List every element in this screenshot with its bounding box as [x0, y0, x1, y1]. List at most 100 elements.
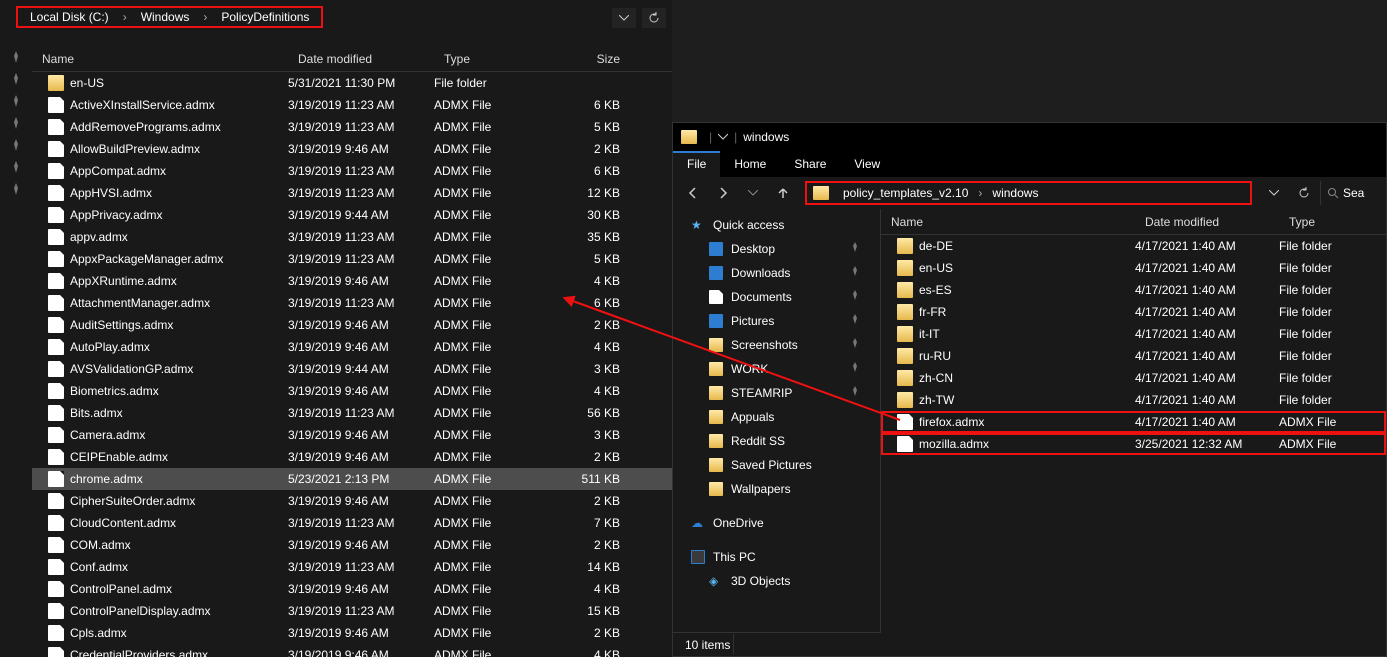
file-row[interactable]: it-IT4/17/2021 1:40 AMFile folder: [881, 323, 1386, 345]
tree-item[interactable]: STEAMRIP: [673, 381, 880, 405]
breadcrumb[interactable]: Local Disk (C:) › Windows › PolicyDefini…: [16, 6, 323, 28]
file-row[interactable]: CEIPEnable.admx3/19/2019 9:46 AMADMX Fil…: [32, 446, 672, 468]
file-row[interactable]: ControlPanel.admx3/19/2019 9:46 AMADMX F…: [32, 578, 672, 600]
history-dropdown-button[interactable]: [1260, 179, 1288, 207]
file-row[interactable]: AttachmentManager.admx3/19/2019 11:23 AM…: [32, 292, 672, 314]
file-row[interactable]: Camera.admx3/19/2019 9:46 AMADMX File3 K…: [32, 424, 672, 446]
tree-item[interactable]: Documents: [673, 285, 880, 309]
tree-item[interactable]: Reddit SS: [673, 429, 880, 453]
file-row[interactable]: ru-RU4/17/2021 1:40 AMFile folder: [881, 345, 1386, 367]
file-row[interactable]: AuditSettings.admx3/19/2019 9:46 AMADMX …: [32, 314, 672, 336]
file-row[interactable]: AppXRuntime.admx3/19/2019 9:46 AMADMX Fi…: [32, 270, 672, 292]
file-row[interactable]: AVSValidationGP.admx3/19/2019 9:44 AMADM…: [32, 358, 672, 380]
tree-quick-access[interactable]: ★ Quick access: [673, 213, 880, 237]
file-type: ADMX File: [434, 362, 550, 376]
pin-icon[interactable]: [9, 72, 23, 86]
up-button[interactable]: [769, 179, 797, 207]
file-row[interactable]: COM.admx3/19/2019 9:46 AMADMX File2 KB: [32, 534, 672, 556]
header-date[interactable]: Date modified: [1135, 215, 1279, 229]
header-name[interactable]: Name: [881, 215, 1135, 229]
file-row[interactable]: firefox.admx4/17/2021 1:40 AMADMX File: [881, 411, 1386, 433]
refresh-button[interactable]: [642, 8, 666, 28]
pin-icon[interactable]: [9, 94, 23, 108]
file-row[interactable]: CipherSuiteOrder.admx3/19/2019 9:46 AMAD…: [32, 490, 672, 512]
file-size: 6 KB: [550, 98, 630, 112]
file-type: File folder: [434, 76, 550, 90]
file-row[interactable]: Cpls.admx3/19/2019 9:46 AMADMX File2 KB: [32, 622, 672, 644]
tree-item[interactable]: Downloads: [673, 261, 880, 285]
tree-onedrive[interactable]: ☁ OneDrive: [673, 511, 880, 535]
file-row[interactable]: en-US4/17/2021 1:40 AMFile folder: [881, 257, 1386, 279]
tree-item[interactable]: Desktop: [673, 237, 880, 261]
recent-dropdown[interactable]: [739, 179, 767, 207]
header-name[interactable]: Name: [32, 52, 288, 66]
crumb-windows[interactable]: windows: [986, 184, 1044, 202]
pin-icon: [850, 266, 860, 276]
tree-this-pc[interactable]: This PC: [673, 545, 880, 569]
forward-button[interactable]: [709, 179, 737, 207]
file-row[interactable]: mozilla.admx3/25/2021 12:32 AMADMX File: [881, 433, 1386, 455]
header-size[interactable]: Size: [550, 52, 630, 66]
file-row[interactable]: Biometrics.admx3/19/2019 9:46 AMADMX Fil…: [32, 380, 672, 402]
tree-item[interactable]: Appuals: [673, 405, 880, 429]
file-row[interactable]: ActiveXInstallService.admx3/19/2019 11:2…: [32, 94, 672, 116]
file-row[interactable]: chrome.admx5/23/2021 2:13 PMADMX File511…: [32, 468, 672, 490]
pin-icon[interactable]: [9, 138, 23, 152]
history-dropdown-button[interactable]: [612, 8, 636, 28]
crumb-policydefinitions[interactable]: PolicyDefinitions: [215, 8, 315, 26]
file-row[interactable]: AppHVSI.admx3/19/2019 11:23 AMADMX File1…: [32, 182, 672, 204]
file-row[interactable]: en-US5/31/2021 11:30 PMFile folder: [32, 72, 672, 94]
file-row[interactable]: AppPrivacy.admx3/19/2019 9:44 AMADMX Fil…: [32, 204, 672, 226]
crumb-root[interactable]: Local Disk (C:): [24, 8, 115, 26]
tree-item[interactable]: WORK: [673, 357, 880, 381]
tree-item[interactable]: Wallpapers: [673, 477, 880, 501]
cloud-icon: ☁: [691, 516, 705, 530]
navigation-tree[interactable]: ★ Quick access DesktopDownloadsDocuments…: [673, 209, 881, 632]
tab-view[interactable]: View: [840, 151, 894, 177]
tab-share[interactable]: Share: [780, 151, 840, 177]
file-row[interactable]: CloudContent.admx3/19/2019 11:23 AMADMX …: [32, 512, 672, 534]
column-headers[interactable]: Name Date modified Type Size: [32, 46, 672, 72]
pin-icon[interactable]: [9, 50, 23, 64]
file-row[interactable]: de-DE4/17/2021 1:40 AMFile folder: [881, 235, 1386, 257]
file-icon: [48, 471, 64, 487]
crumb-windows[interactable]: Windows: [135, 8, 196, 26]
file-row[interactable]: zh-CN4/17/2021 1:40 AMFile folder: [881, 367, 1386, 389]
header-date[interactable]: Date modified: [288, 52, 434, 66]
tree-item[interactable]: Pictures: [673, 309, 880, 333]
file-row[interactable]: AddRemovePrograms.admx3/19/2019 11:23 AM…: [32, 116, 672, 138]
title-bar[interactable]: | | windows: [673, 123, 1386, 151]
header-type[interactable]: Type: [1279, 215, 1369, 229]
address-bar[interactable]: policy_templates_v2.10 › windows: [805, 181, 1252, 205]
file-row[interactable]: fr-FR4/17/2021 1:40 AMFile folder: [881, 301, 1386, 323]
file-row[interactable]: es-ES4/17/2021 1:40 AMFile folder: [881, 279, 1386, 301]
back-button[interactable]: [679, 179, 707, 207]
refresh-button[interactable]: [1290, 179, 1318, 207]
file-row[interactable]: Conf.admx3/19/2019 11:23 AMADMX File14 K…: [32, 556, 672, 578]
folder-icon: [709, 362, 723, 376]
crumb-templates[interactable]: policy_templates_v2.10: [837, 184, 974, 202]
dropdown-icon[interactable]: [718, 132, 728, 142]
file-row[interactable]: Bits.admx3/19/2019 11:23 AMADMX File56 K…: [32, 402, 672, 424]
pin-icon[interactable]: [9, 182, 23, 196]
file-row[interactable]: CredentialProviders.admx3/19/2019 9:46 A…: [32, 644, 672, 657]
file-list[interactable]: Name Date modified Type Size en-US5/31/2…: [32, 46, 672, 657]
tree-item[interactable]: Saved Pictures: [673, 453, 880, 477]
file-row[interactable]: AppxPackageManager.admx3/19/2019 11:23 A…: [32, 248, 672, 270]
column-headers[interactable]: Name Date modified Type: [881, 209, 1386, 235]
file-row[interactable]: AllowBuildPreview.admx3/19/2019 9:46 AMA…: [32, 138, 672, 160]
file-row[interactable]: appv.admx3/19/2019 11:23 AMADMX File35 K…: [32, 226, 672, 248]
tab-file[interactable]: File: [673, 151, 720, 177]
file-row[interactable]: ControlPanelDisplay.admx3/19/2019 11:23 …: [32, 600, 672, 622]
file-list[interactable]: Name Date modified Type de-DE4/17/2021 1…: [881, 209, 1386, 632]
header-type[interactable]: Type: [434, 52, 550, 66]
search-box[interactable]: Sea: [1320, 181, 1380, 205]
pin-icon[interactable]: [9, 116, 23, 130]
pin-icon[interactable]: [9, 160, 23, 174]
file-row[interactable]: zh-TW4/17/2021 1:40 AMFile folder: [881, 389, 1386, 411]
file-row[interactable]: AutoPlay.admx3/19/2019 9:46 AMADMX File4…: [32, 336, 672, 358]
tab-home[interactable]: Home: [720, 151, 780, 177]
file-row[interactable]: AppCompat.admx3/19/2019 11:23 AMADMX Fil…: [32, 160, 672, 182]
tree-3d-objects[interactable]: ◈ 3D Objects: [673, 569, 880, 593]
tree-item[interactable]: Screenshots: [673, 333, 880, 357]
